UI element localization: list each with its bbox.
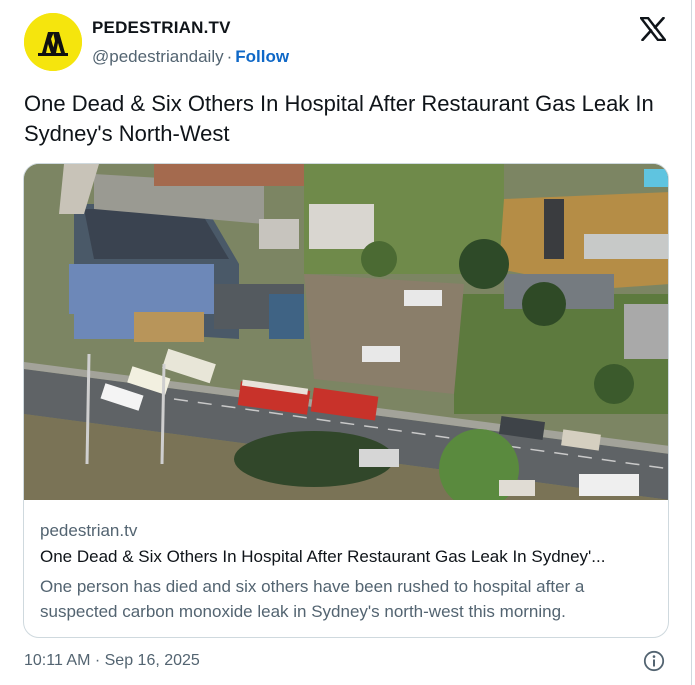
x-logo-icon[interactable] (640, 17, 666, 41)
aerial-photo-image[interactable] (24, 164, 668, 500)
link-preview-card[interactable]: pedestrian.tv One Dead & Six Others In H… (23, 163, 669, 638)
separator-dot: · (226, 47, 233, 66)
handle-row: @pedestriandaily · Follow (92, 47, 289, 67)
tweet-embed-card: PEDESTRIAN.TV @pedestriandaily · Follow On… (0, 0, 692, 685)
aerial-scene (24, 164, 668, 500)
link-title[interactable]: One Dead & Six Others In Hospital After … (40, 547, 660, 567)
link-description: One person has died and six others have … (40, 577, 585, 621)
info-icon[interactable] (643, 650, 665, 672)
link-domain[interactable]: pedestrian.tv (40, 521, 137, 541)
follow-button[interactable]: Follow (235, 47, 289, 66)
tweet-timestamp[interactable]: 10:11 AM · Sep 16, 2025 (24, 652, 200, 670)
account-display-name[interactable]: PEDESTRIAN.TV (92, 18, 231, 38)
pedestrian-logo-icon (24, 13, 82, 71)
avatar[interactable] (24, 13, 82, 71)
account-handle[interactable]: @pedestriandaily (92, 47, 224, 66)
tweet-text: One Dead & Six Others In Hospital After … (24, 91, 654, 146)
